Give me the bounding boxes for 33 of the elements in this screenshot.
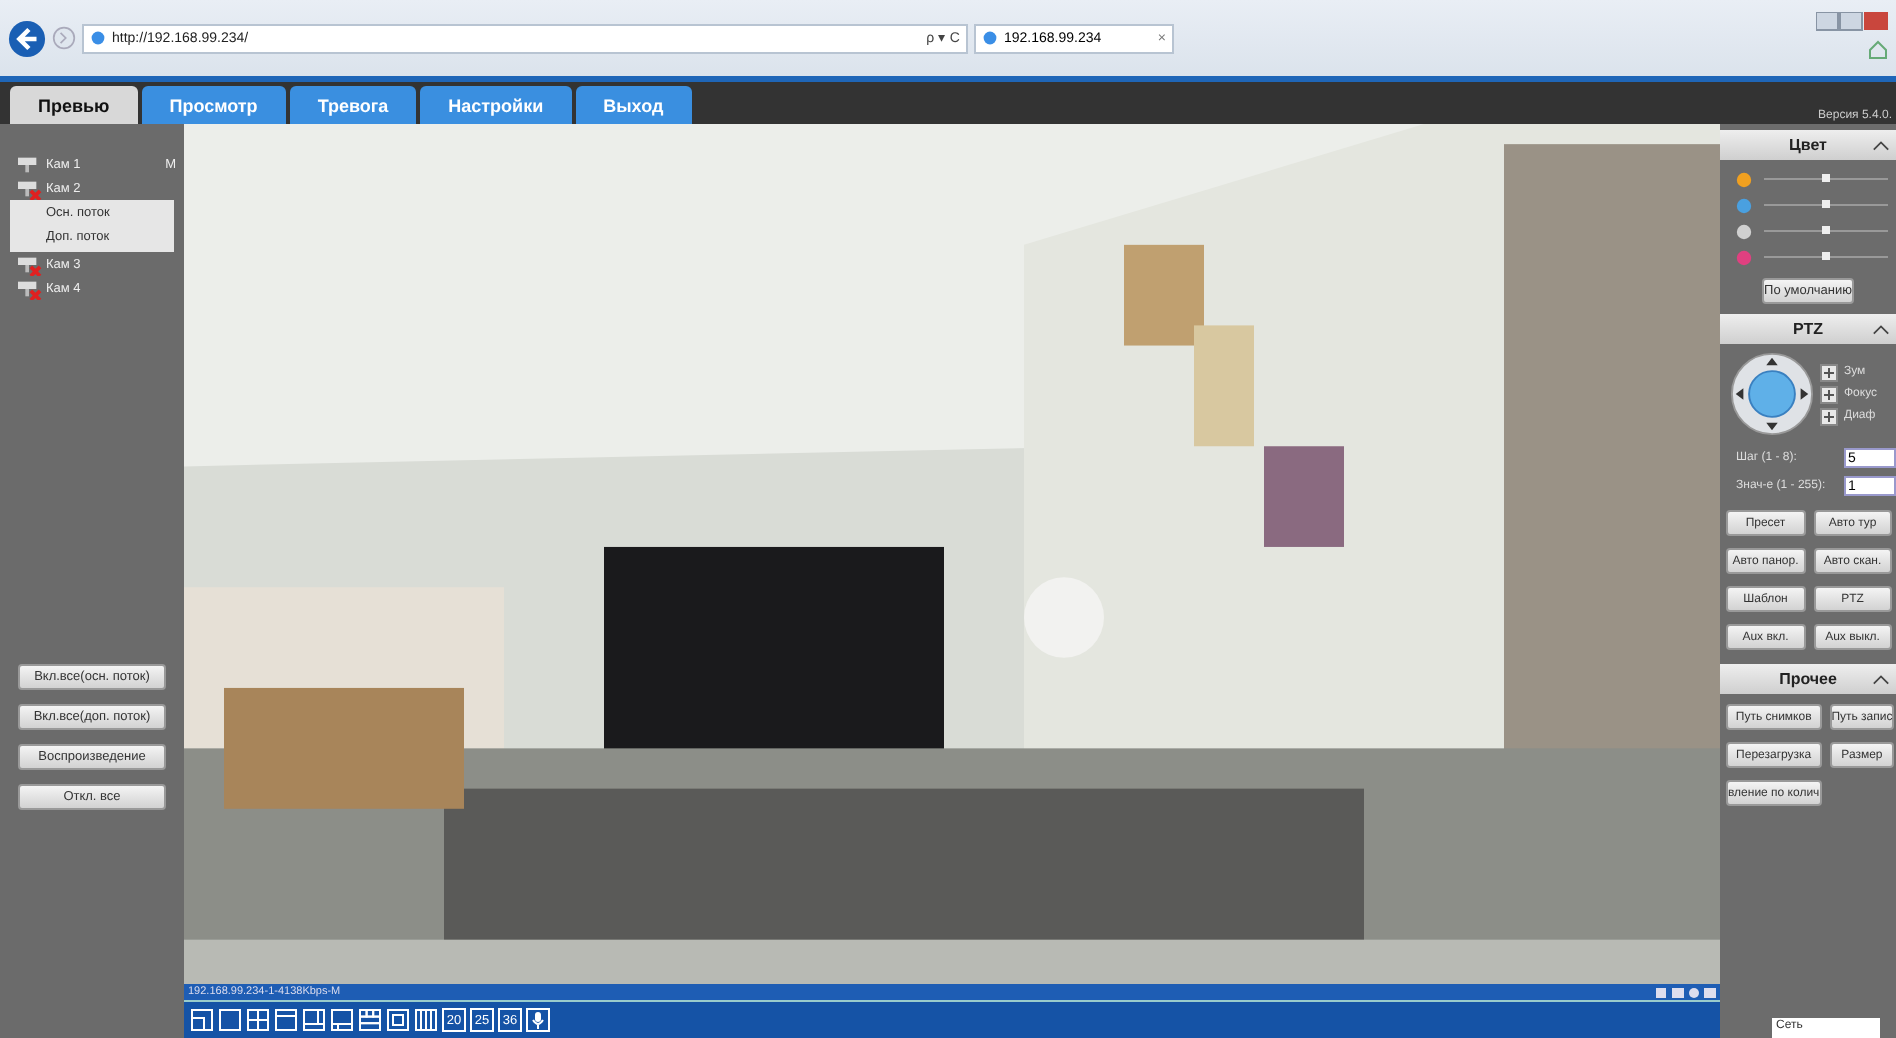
panel-header[interactable]: Прочее <box>1720 664 1896 694</box>
layout-grid-icon[interactable] <box>246 1008 270 1032</box>
layout-grid-icon[interactable] <box>414 1008 438 1032</box>
layout-grid-icon[interactable] <box>330 1008 354 1032</box>
status-icons <box>1656 985 1716 999</box>
hue-icon <box>1736 249 1752 265</box>
collapse-icon[interactable] <box>1872 139 1890 151</box>
layout-grid-icon[interactable] <box>218 1008 242 1032</box>
window-controls-icon[interactable] <box>1816 12 1888 32</box>
plus-icon[interactable] <box>1820 385 1838 403</box>
layout-grid-icon[interactable] <box>190 1008 214 1032</box>
contrast-icon <box>1736 197 1752 213</box>
plus-icon[interactable] <box>1820 407 1838 425</box>
microphone-icon[interactable] <box>526 1008 550 1032</box>
brightness-icon <box>1736 171 1752 187</box>
plus-icon[interactable] <box>1820 363 1838 381</box>
panel-header[interactable]: Цвет <box>1720 130 1896 160</box>
layout-grid-icon[interactable] <box>302 1008 326 1032</box>
camera-icon <box>16 277 42 299</box>
saturation-icon <box>1736 223 1752 239</box>
collapse-icon[interactable] <box>1872 673 1890 685</box>
nav-tab[interactable]: Превью <box>10 86 138 124</box>
collapse-icon[interactable] <box>1872 323 1890 335</box>
camera-icon <box>16 253 42 275</box>
globe-icon <box>90 30 106 46</box>
back-icon[interactable] <box>8 19 46 57</box>
panel-header[interactable]: PTZ <box>1720 314 1896 344</box>
direction-pad-icon[interactable] <box>1730 352 1814 436</box>
camera-icon <box>16 153 42 175</box>
layout-grid-icon[interactable] <box>386 1008 410 1032</box>
layout-grid-icon[interactable] <box>274 1008 298 1032</box>
globe-icon <box>982 30 998 46</box>
layout-grid-icon[interactable] <box>358 1008 382 1032</box>
